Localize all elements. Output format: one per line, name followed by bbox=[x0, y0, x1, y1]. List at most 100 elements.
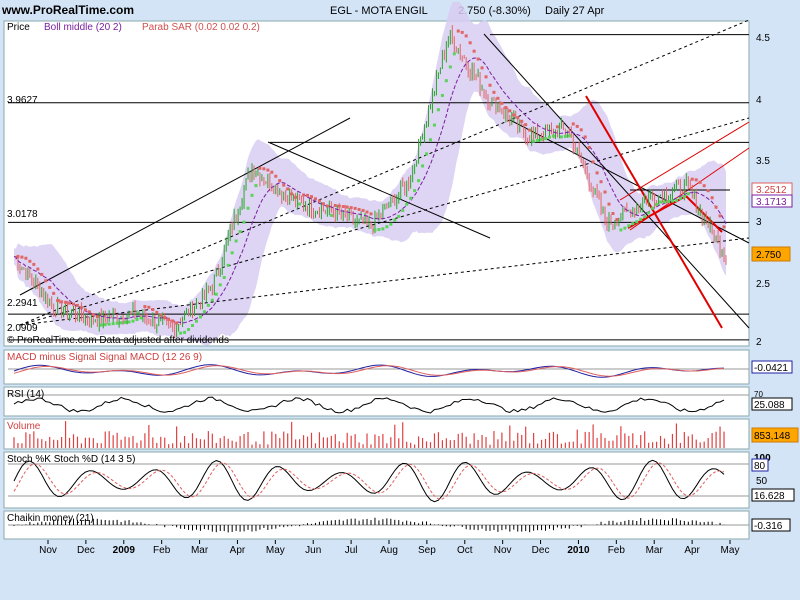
sar-dot bbox=[341, 205, 345, 209]
sar-dot bbox=[64, 300, 68, 304]
sar-dot bbox=[508, 109, 512, 113]
sar-dot bbox=[369, 212, 373, 216]
sar-dot bbox=[678, 196, 682, 200]
sar-dot bbox=[127, 320, 131, 324]
sar-dot bbox=[222, 276, 226, 280]
sar-dot bbox=[333, 203, 337, 207]
sar-dot bbox=[536, 138, 540, 142]
sar-dot bbox=[381, 227, 385, 231]
sar-dot bbox=[329, 213, 333, 217]
sar-dot bbox=[448, 65, 452, 69]
sar-dot bbox=[242, 220, 246, 224]
sar-dot bbox=[202, 310, 206, 314]
rsi-value: 25.088 bbox=[754, 400, 785, 411]
sar-dot bbox=[258, 166, 262, 170]
value-2-750: 2.750 bbox=[756, 250, 781, 261]
sar-dot bbox=[175, 321, 179, 325]
sar-dot bbox=[317, 199, 321, 203]
sar-dot bbox=[274, 174, 278, 178]
sar-dot bbox=[663, 200, 667, 204]
sar-dot bbox=[524, 123, 528, 127]
sar-dot bbox=[666, 199, 670, 203]
sar-dot bbox=[167, 317, 171, 321]
sar-dot bbox=[472, 49, 476, 53]
sar-dot bbox=[119, 321, 123, 325]
sar-dot bbox=[159, 313, 163, 317]
x-tick-label: Apr bbox=[230, 545, 246, 556]
sar-dot bbox=[405, 202, 409, 206]
sar-dot bbox=[611, 211, 615, 215]
sar-dot bbox=[103, 323, 107, 327]
parab-sar-legend: Parab SAR (0.02 0.02 0.2) bbox=[142, 22, 260, 33]
x-tick-label: Dec bbox=[77, 545, 95, 556]
sar-dot bbox=[246, 206, 250, 210]
sar-dot bbox=[282, 183, 286, 187]
x-tick-label: Dec bbox=[532, 545, 550, 556]
value-3-2512: 3.2512 bbox=[756, 185, 787, 196]
volume-title: Volume bbox=[7, 421, 41, 432]
sar-dot bbox=[627, 224, 631, 228]
volume-panel bbox=[3, 418, 750, 450]
sar-dot bbox=[24, 256, 28, 260]
sar-dot bbox=[91, 313, 95, 317]
sar-dot bbox=[190, 323, 194, 327]
sar-dot bbox=[567, 134, 571, 138]
sar-dot bbox=[147, 305, 151, 309]
sar-dot bbox=[226, 263, 230, 267]
sar-dot bbox=[563, 134, 567, 138]
sar-dot bbox=[659, 200, 663, 204]
period-label: Daily 27 Apr bbox=[545, 5, 605, 17]
sar-dot bbox=[500, 101, 504, 105]
x-tick-label: Sep bbox=[418, 545, 436, 556]
sar-dot bbox=[686, 192, 690, 196]
sar-dot bbox=[234, 239, 238, 243]
sar-dot bbox=[643, 215, 647, 219]
sar-dot bbox=[544, 137, 548, 141]
sar-dot bbox=[674, 198, 678, 202]
sar-dot bbox=[631, 222, 635, 226]
sar-dot bbox=[460, 30, 464, 34]
sar-dot bbox=[250, 193, 254, 197]
site-label[interactable]: www.ProRealTime.com bbox=[1, 3, 134, 17]
copyright-icon: © bbox=[7, 335, 15, 346]
sar-dot bbox=[36, 267, 40, 271]
sar-dot bbox=[294, 195, 298, 199]
sar-dot bbox=[516, 116, 520, 120]
sar-dot bbox=[551, 134, 555, 138]
sar-dot bbox=[512, 113, 516, 117]
sar-dot bbox=[417, 179, 421, 183]
sar-dot bbox=[298, 202, 302, 206]
sar-dot bbox=[52, 291, 56, 295]
sar-dot bbox=[619, 228, 623, 232]
sar-dot bbox=[95, 315, 99, 319]
sar-dot bbox=[607, 202, 611, 206]
x-tick-label: Jun bbox=[305, 545, 321, 556]
sar-dot bbox=[432, 123, 436, 127]
sar-dot bbox=[79, 306, 83, 310]
sar-dot bbox=[718, 214, 722, 218]
sar-dot bbox=[210, 298, 214, 302]
sar-dot bbox=[187, 328, 191, 332]
sar-dot bbox=[540, 137, 544, 141]
sar-dot bbox=[32, 262, 36, 266]
sar-dot bbox=[694, 178, 698, 182]
ytick-4: 4 bbox=[756, 95, 762, 106]
sar-dot bbox=[436, 108, 440, 112]
sar-dot bbox=[345, 205, 349, 209]
level-2-2941: 2.2941 bbox=[7, 298, 38, 309]
sar-dot bbox=[714, 205, 718, 209]
sar-dot bbox=[547, 135, 551, 139]
value-3-1713: 3.1713 bbox=[756, 197, 787, 208]
sar-dot bbox=[99, 323, 103, 327]
x-tick-label: Feb bbox=[608, 545, 626, 556]
sar-dot bbox=[425, 152, 429, 156]
sar-dot bbox=[488, 83, 492, 87]
ytick-4-5: 4.5 bbox=[756, 33, 770, 44]
sar-dot bbox=[409, 196, 413, 200]
x-tick-label: Nov bbox=[494, 545, 512, 556]
sar-dot bbox=[587, 145, 591, 149]
sar-dot bbox=[115, 321, 119, 325]
symbol-title: EGL - MOTA ENGIL bbox=[330, 5, 428, 17]
sar-dot bbox=[492, 90, 496, 94]
sar-dot bbox=[143, 305, 147, 309]
